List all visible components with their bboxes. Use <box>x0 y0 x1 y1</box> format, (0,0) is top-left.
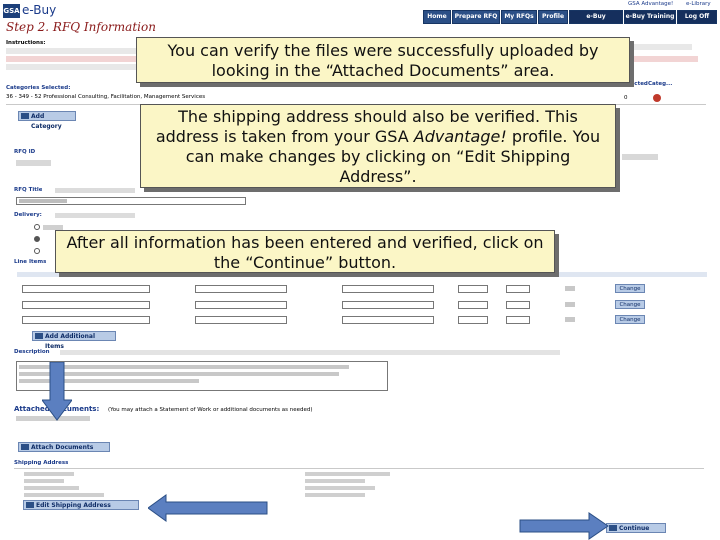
selected-count: 0 <box>624 95 628 101</box>
rfq-id-right-value <box>622 154 658 160</box>
categories-label: Categories Selected: <box>6 85 71 91</box>
nav-home[interactable]: Home <box>423 10 451 24</box>
categories-header: Categ... <box>648 81 673 87</box>
shipping-address-line-2 <box>24 479 64 483</box>
line-item-3-change-button[interactable]: Change <box>615 315 645 324</box>
callout-shipping-text-em: Advantage! <box>413 127 507 146</box>
page-heading: Step 2. RFQ Information <box>6 20 156 34</box>
line-item-3-field-3[interactable] <box>342 316 434 324</box>
line-item-3-qty[interactable] <box>458 316 488 324</box>
shipping-address-line-1 <box>24 472 74 476</box>
description-hint-bar <box>60 350 560 355</box>
line-item-2-field-2[interactable] <box>195 301 287 309</box>
arrow-left-icon <box>148 494 268 522</box>
nav-prepare-rfq[interactable]: Prepare RFQ <box>452 10 500 24</box>
shipping-address-line-3 <box>24 486 79 490</box>
delivery-radio-1[interactable] <box>34 224 40 230</box>
arrow-right-icon <box>21 444 29 450</box>
callout-shipping-address: The shipping address should also be veri… <box>140 104 616 188</box>
nav-ebuy-training[interactable]: e-Buy Training <box>624 10 676 24</box>
line-item-3-unit[interactable] <box>506 316 530 324</box>
line-item-1-field-2[interactable] <box>195 285 287 293</box>
line-item-2-field-3[interactable] <box>342 301 434 309</box>
shipping-address-right-1 <box>305 472 390 476</box>
nav-profile[interactable]: Profile <box>538 10 568 24</box>
instructions-right-note-2 <box>632 44 692 50</box>
attached-documents-note: (You may attach a Statement of Work or a… <box>108 407 313 413</box>
rfq-title-hint <box>55 188 135 193</box>
line-item-3-field-2[interactable] <box>195 316 287 324</box>
description-label: Description <box>14 349 50 355</box>
instructions-line-4 <box>6 64 136 70</box>
callout-continue: After all information has been entered a… <box>55 230 555 273</box>
line-item-1-change-button[interactable]: Change <box>615 284 645 293</box>
delivery-label: Delivery: <box>14 212 42 218</box>
shipping-address-label: Shipping Address <box>14 460 69 466</box>
line-item-1-field-3[interactable] <box>342 285 434 293</box>
instructions-label: Instructions: <box>6 40 46 46</box>
continue-button[interactable]: Continue <box>606 523 666 533</box>
callout-attached-documents-text: You can verify the files were successful… <box>167 41 599 80</box>
line-item-1-description[interactable] <box>22 285 150 293</box>
line-item-1-unit[interactable] <box>506 285 530 293</box>
arrow-right-pointer-icon <box>519 512 609 540</box>
line-item-3-unit-value <box>565 317 575 322</box>
arrow-right-icon <box>21 113 29 119</box>
line-item-3-description[interactable] <box>22 316 150 324</box>
nav-log-off[interactable]: Log Off <box>677 10 717 24</box>
line-item-2-unit-value <box>565 302 575 307</box>
category-row: 36 - 349 - 52 Professional Consulting, F… <box>6 94 206 100</box>
delivery-hint <box>55 213 135 218</box>
instructions-right-note <box>632 56 698 62</box>
arrow-right-icon <box>35 333 43 339</box>
remove-category-icon[interactable] <box>653 94 661 102</box>
top-link-gsa-advantage[interactable]: GSA Advantage! <box>628 1 673 7</box>
line-item-1-qty[interactable] <box>458 285 488 293</box>
gsa-logo: GSA <box>3 4 20 18</box>
rfq-title-input-text <box>19 199 67 203</box>
shipping-divider <box>14 468 704 469</box>
arrow-down-icon <box>42 362 72 421</box>
shipping-address-line-4 <box>24 493 104 497</box>
rfq-id-label: RFQ ID <box>14 149 36 155</box>
nav-ebuy-guidance[interactable]: e-Buy Guidance <box>569 10 623 32</box>
line-item-2-qty[interactable] <box>458 301 488 309</box>
callout-attached-documents: You can verify the files were successful… <box>136 37 630 83</box>
instructions-line-3 <box>6 56 136 62</box>
top-link-e-library[interactable]: e-Library <box>686 1 711 7</box>
delivery-radio-2[interactable] <box>34 236 40 242</box>
rfq-title-label: RFQ Title <box>14 187 43 193</box>
line-item-2-description[interactable] <box>22 301 150 309</box>
add-additional-items-button[interactable]: Add Additional Items <box>32 331 116 350</box>
add-category-button[interactable]: Add Category <box>18 111 76 130</box>
attach-documents-button[interactable]: Attach Documents <box>18 442 110 452</box>
line-item-2-change-button[interactable]: Change <box>615 300 645 309</box>
instructions-line-2 <box>6 48 136 54</box>
arrow-right-icon <box>26 502 34 508</box>
line-item-1-unit-value <box>565 286 575 291</box>
nav-my-rfqs[interactable]: My RFQs <box>501 10 537 24</box>
line-item-2-unit[interactable] <box>506 301 530 309</box>
shipping-address-right-3 <box>305 486 375 490</box>
line-items-label: Line Items <box>14 259 47 265</box>
shipping-address-right-2 <box>305 479 365 483</box>
app-name: e-Buy <box>22 3 57 17</box>
shipping-address-right-4 <box>305 493 365 497</box>
delivery-radio-3[interactable] <box>34 248 40 254</box>
arrow-right-icon <box>609 525 617 531</box>
edit-shipping-address-button[interactable]: Edit Shipping Address <box>23 500 139 510</box>
callout-continue-text: After all information has been entered a… <box>66 233 544 272</box>
rfq-id-value <box>16 160 51 166</box>
